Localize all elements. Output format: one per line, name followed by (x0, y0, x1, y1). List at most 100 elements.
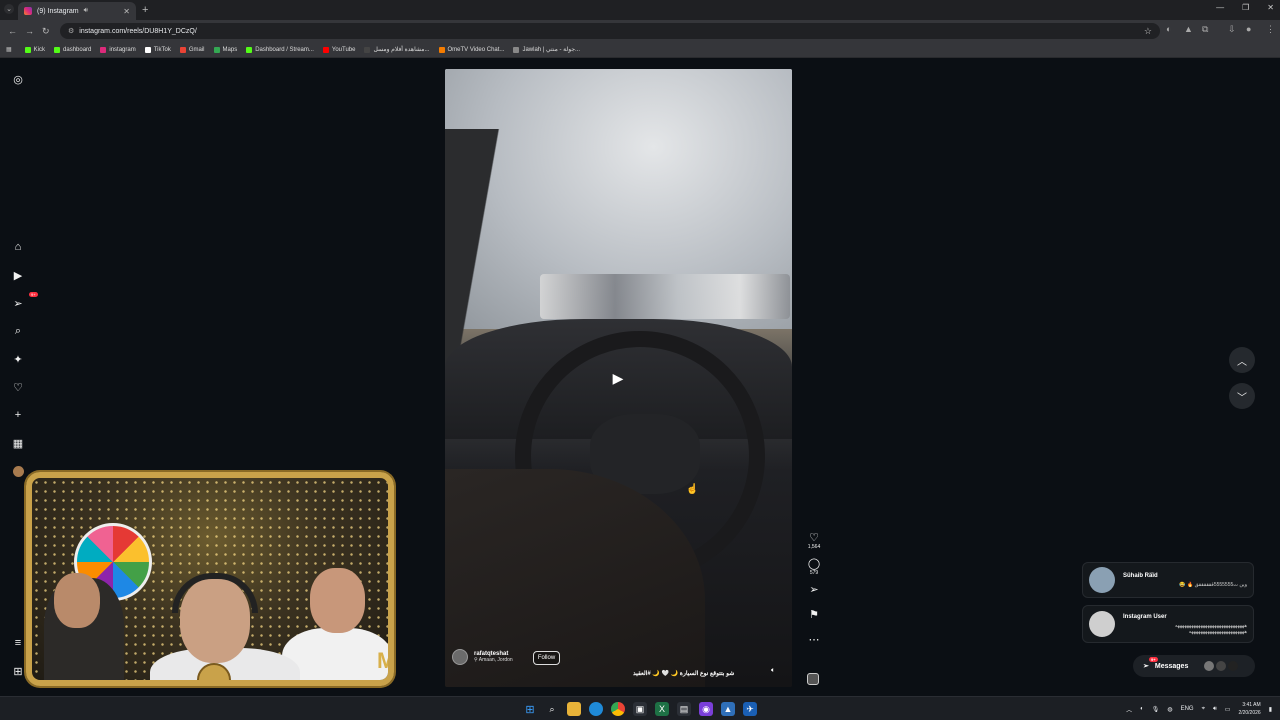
volume-tray-icon[interactable]: 🔊︎ (1213, 706, 1217, 713)
reload-icon[interactable]: ↻ (42, 26, 50, 37)
windows-start-icon[interactable]: ⊞ (523, 702, 537, 716)
search-taskbar-icon[interactable]: ⌕ (545, 702, 559, 716)
bookmark-item[interactable]: Jawlah | جولة - منتي... (513, 46, 580, 53)
close-window-icon[interactable]: ✕ (1267, 3, 1274, 12)
tray-app-icon[interactable]: ◐ (1140, 706, 1144, 712)
notification-center-icon[interactable]: ▮ (1269, 706, 1272, 713)
app-icon[interactable]: ▣ (633, 702, 647, 716)
search-icon[interactable]: ⌕ (11, 324, 25, 338)
windows-taskbar: ⊞ ⌕ ▣ X ▤ ◉ ▲ ✈ ︿ ◐ 🎙︎ ◍ ENG ⌖ 🔊︎ ▭ 3:41… (0, 696, 1280, 720)
tab-audio-icon[interactable]: 🔊︎ (84, 7, 88, 15)
message-notification[interactable]: Instagram User ههههههههههههههههههههههههه… (1082, 605, 1254, 643)
like-heart-icon[interactable]: ♡ (809, 530, 819, 544)
profile-icon[interactable]: ● (1246, 24, 1251, 34)
bookmark-label: OmeTV Video Chat... (447, 46, 505, 53)
battery-icon[interactable]: ▭ (1225, 706, 1231, 713)
address-bar[interactable]: ⚙ instagram.com/reels/DU8H1Y_DCzQ/ ☆ (60, 23, 1160, 39)
bookmark-item[interactable]: OmeTV Video Chat... (438, 46, 505, 53)
instagram-logo-icon[interactable]: ◎ (11, 72, 25, 86)
like-count: 1,564 (807, 544, 821, 550)
bookmark-star-icon[interactable]: ☆ (1144, 26, 1152, 37)
file-explorer-icon[interactable] (567, 702, 581, 716)
dashboard-icon[interactable]: ▦ (11, 436, 25, 450)
bookmark-item[interactable]: Gmail (179, 46, 205, 53)
person-left-head (54, 573, 100, 628)
direct-send-icon[interactable]: ➢ 9+ (11, 292, 38, 310)
extension-icon-2[interactable]: ▲ (1184, 24, 1193, 34)
downloads-icon[interactable]: ⇩ (1228, 24, 1236, 35)
comment-icon[interactable]: ◯ (808, 556, 820, 570)
play-icon[interactable]: ▶ (609, 369, 627, 387)
profile-avatar[interactable] (11, 464, 25, 478)
new-tab-button[interactable]: + (142, 4, 148, 16)
excel-icon[interactable]: X (655, 702, 669, 716)
site-info-icon[interactable]: ⚙ (68, 27, 74, 35)
clock-date: 2/20/2026 (1238, 710, 1261, 716)
browser-menu-icon[interactable]: ⋮ (1266, 24, 1275, 35)
more-options-icon[interactable]: ⋯ (809, 632, 820, 646)
bookmark-item[interactable]: dashboard (54, 46, 91, 53)
maximize-icon[interactable]: ❐ (1242, 3, 1249, 12)
reel-actions: ♡ 1,564 ◯ 579 ➢ ⚑ ⋯ (803, 530, 825, 646)
share-send-icon[interactable]: ➢ (809, 582, 818, 596)
app-icon-4[interactable]: ✈ (743, 702, 757, 716)
bookmark-favicon-icon (54, 46, 61, 53)
app-icon-3[interactable]: ▲ (721, 702, 735, 716)
clock[interactable]: 3:41 AM 2/20/2026 (1238, 701, 1260, 717)
tab-search-icon[interactable]: ⌄ (4, 4, 14, 14)
next-reel-button[interactable]: ﹀ (1229, 383, 1255, 409)
notifications-heart-icon[interactable]: ♡ (11, 380, 25, 394)
app-icon-2[interactable]: ▤ (677, 702, 691, 716)
extensions-puzzle-icon[interactable]: ⧉ (1202, 24, 1208, 35)
volume-icon[interactable]: 🔈︎ (771, 667, 775, 675)
bookmark-item[interactable]: instagram (100, 46, 136, 53)
forward-icon[interactable]: → (25, 26, 34, 36)
bookmark-item[interactable]: Maps (213, 46, 238, 53)
menu-icon[interactable]: ≡ (11, 636, 25, 650)
previous-reel-button[interactable]: ︿ (1229, 347, 1255, 373)
extension-icon[interactable]: ◐ (1166, 24, 1171, 34)
reel-author[interactable]: rafatqteshat ⚲ Amaan, Jordon (452, 649, 513, 665)
apps-grid-icon[interactable]: ▦ (6, 46, 12, 53)
more-apps-icon[interactable]: ⊞ (11, 664, 25, 678)
create-icon[interactable]: + (11, 408, 25, 422)
network-icon[interactable]: ⌖ (1202, 706, 1205, 713)
tab-close-icon[interactable]: ✕ (123, 7, 130, 16)
bookmark-label: Maps (222, 46, 238, 53)
discord-icon[interactable]: ◉ (699, 702, 713, 716)
edge-icon[interactable] (589, 702, 603, 716)
bookmark-favicon-icon (513, 46, 520, 53)
bookmark-label: Dashboard / Stream... (255, 46, 314, 53)
minimize-icon[interactable]: — (1216, 3, 1224, 12)
streamer-webcam-overlay: M (26, 472, 394, 686)
messages-avatars (1204, 661, 1239, 671)
tab-instagram[interactable]: (9) Instagram 🔊︎ ✕ (18, 2, 136, 20)
message-notification[interactable]: Sühaib Räïd وين ت5555555ققققققق 🔥 😂 (1082, 562, 1254, 598)
follow-button[interactable]: Follow (533, 651, 560, 665)
tray-app-icon-2[interactable]: ◍ (1167, 706, 1172, 713)
bookmark-item[interactable]: Dashboard / Stream... (246, 46, 314, 53)
author-avatar[interactable] (452, 649, 468, 665)
tab-title: (9) Instagram (37, 7, 79, 15)
bookmark-item[interactable]: YouTube (322, 46, 355, 53)
location-text: Amaan, Jordon (478, 657, 513, 663)
messages-button[interactable]: ➢ 9+ Messages (1133, 655, 1255, 677)
bookmark-label: TikTok (153, 46, 171, 53)
language-indicator[interactable]: ENG (1181, 706, 1194, 712)
bookmark-item[interactable]: مشاهدة أفلام ومسل... (364, 46, 430, 53)
save-bookmark-icon[interactable]: ⚑ (809, 607, 819, 621)
author-location[interactable]: ⚲ Amaan, Jordon (474, 657, 513, 663)
tray-expand-icon[interactable]: ︿ (1126, 705, 1132, 714)
bookmark-item[interactable]: TikTok (144, 46, 171, 53)
audio-thumbnail[interactable] (807, 673, 819, 685)
chrome-icon[interactable] (611, 702, 625, 716)
mic-icon[interactable]: 🎙︎ (1152, 706, 1160, 713)
reel-caption: شو بتتوقع نوع السيارة 🌙 🤍 🌙 #العقيد (633, 671, 735, 677)
back-icon[interactable]: ← (8, 26, 17, 36)
bookmark-label: Kick (33, 46, 46, 53)
reels-icon[interactable]: ▶ (11, 268, 25, 282)
bookmark-item[interactable]: Kick (24, 46, 46, 53)
bookmark-label: Gmail (188, 46, 205, 53)
home-icon[interactable]: ⌂ (11, 240, 25, 254)
explore-icon[interactable]: ✦ (11, 352, 25, 366)
